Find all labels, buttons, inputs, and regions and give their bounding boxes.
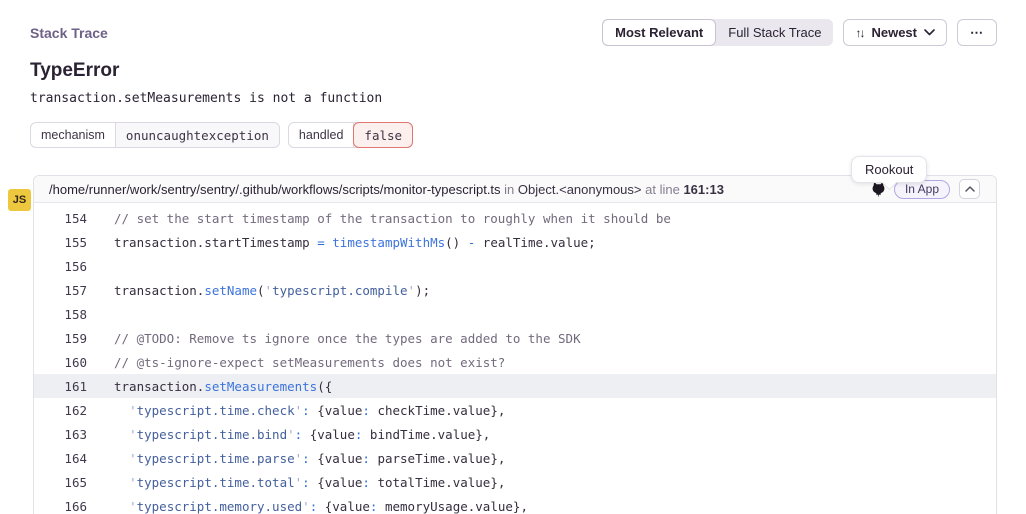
tag-value-error: false — [353, 122, 413, 148]
chevron-up-icon — [965, 186, 975, 192]
stack-trace-header: Stack Trace Most Relevant Full Stack Tra… — [30, 19, 997, 46]
code-text: transaction.setName('typescript.compile'… — [114, 283, 430, 298]
line-number: 156 — [34, 259, 87, 274]
line-number: 158 — [34, 307, 87, 322]
stack-frame: /home/runner/work/sentry/sentry/.github/… — [33, 175, 997, 514]
code-line: 159 // @TODO: Remove ts ignore once the t… — [34, 326, 996, 350]
code-line: 164 'typescript.time.parse': {value: par… — [34, 446, 996, 470]
tag-handled[interactable]: handled false — [288, 122, 413, 148]
section-title: Stack Trace — [30, 25, 108, 41]
code-text: 'typescript.time.bind': {value: bindTime… — [114, 427, 490, 442]
tags-row: mechanism onuncaughtexception handled fa… — [30, 122, 996, 148]
tag-key: handled — [289, 123, 355, 147]
sort-arrows-icon: ↑↓ — [855, 26, 863, 40]
code-line: 155 transaction.startTimestamp = timestam… — [34, 230, 996, 254]
collapse-frame-button[interactable] — [959, 179, 980, 199]
code-text: // set the start timestamp of the transa… — [114, 211, 671, 226]
line-number: 159 — [34, 331, 87, 346]
line-number: 162 — [34, 403, 87, 418]
error-type-title: TypeError — [30, 60, 996, 82]
error-message: transaction.setMeasurements is not a fun… — [30, 91, 996, 106]
code-lines: 154 // set the start timestamp of the tra… — [34, 203, 996, 514]
line-number: 155 — [34, 235, 87, 250]
line-number: 160 — [34, 355, 87, 370]
javascript-platform-badge: JS — [8, 189, 31, 211]
code-line: 162 'typescript.time.check': {value: che… — [34, 398, 996, 422]
tag-value: onuncaughtexception — [116, 123, 279, 147]
ellipsis-icon: ⋯ — [970, 25, 984, 41]
chevron-down-icon — [924, 29, 935, 36]
frame-file-path: /home/runner/work/sentry/sentry/.github/… — [49, 182, 501, 197]
tag-mechanism[interactable]: mechanism onuncaughtexception — [30, 122, 280, 148]
view-toggle: Most Relevant Full Stack Trace — [602, 19, 833, 46]
tag-key: mechanism — [31, 123, 116, 147]
code-text: // @ts-ignore-expect setMeasurements doe… — [114, 355, 505, 370]
code-text: transaction.startTimestamp = timestampWi… — [114, 235, 596, 250]
code-text: // @TODO: Remove ts ignore once the type… — [114, 331, 581, 346]
frame-function-name: Object.<anonymous> — [518, 182, 642, 197]
line-number: 166 — [34, 499, 87, 514]
code-text: transaction.setMeasurements({ — [114, 379, 332, 394]
line-number: 163 — [34, 427, 87, 442]
toggle-full-stack-trace[interactable]: Full Stack Trace — [716, 19, 833, 46]
frame-at-line-words: at line — [645, 182, 680, 197]
line-number: 164 — [34, 451, 87, 466]
line-number: 157 — [34, 283, 87, 298]
more-options-button[interactable]: ⋯ — [957, 19, 997, 46]
code-text: 'typescript.time.parse': {value: parseTi… — [114, 451, 505, 466]
code-line: 157 transaction.setName('typescript.compi… — [34, 278, 996, 302]
sort-label: Newest — [871, 25, 917, 40]
code-line: 165 'typescript.time.total': {value: tot… — [34, 470, 996, 494]
code-line: 166 'typescript.memory.used': {value: me… — [34, 494, 996, 514]
frame-in-word: in — [504, 182, 514, 197]
code-text: 'typescript.memory.used': {value: memory… — [114, 499, 528, 514]
line-number: 154 — [34, 211, 87, 226]
code-line: 160 // @ts-ignore-expect setMeasurements … — [34, 350, 996, 374]
tooltip-label: Rookout — [865, 162, 913, 177]
line-number: 161 — [34, 379, 87, 394]
code-text: 'typescript.time.total': {value: totalTi… — [114, 475, 505, 490]
toggle-most-relevant[interactable]: Most Relevant — [602, 19, 716, 46]
code-text: 'typescript.time.check': {value: checkTi… — [114, 403, 505, 418]
frame-line-column: 161:13 — [683, 182, 723, 197]
sort-newest-dropdown[interactable]: ↑↓ Newest — [843, 19, 947, 46]
code-line: 161 transaction.setMeasurements({ — [34, 374, 996, 398]
frame-title: /home/runner/work/sentry/sentry/.github/… — [49, 182, 724, 197]
code-line: 156 — [34, 254, 996, 278]
line-number: 165 — [34, 475, 87, 490]
code-line: 163 'typescript.time.bind': {value: bind… — [34, 422, 996, 446]
header-controls: Most Relevant Full Stack Trace ↑↓ Newest… — [602, 19, 997, 46]
frame-header[interactable]: /home/runner/work/sentry/sentry/.github/… — [34, 176, 996, 203]
rookout-tooltip: Rookout — [851, 156, 927, 183]
code-line: 154 // set the start timestamp of the tra… — [34, 206, 996, 230]
code-line: 158 — [34, 302, 996, 326]
